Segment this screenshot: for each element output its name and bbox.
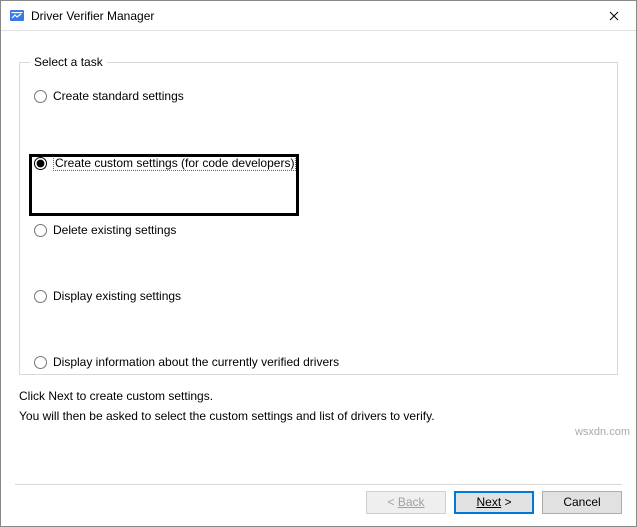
radio-display-existing[interactable] xyxy=(34,290,47,303)
task-groupbox-legend: Select a task xyxy=(30,55,107,69)
instruction-line-2: You will then be asked to select the cus… xyxy=(19,409,618,423)
instructions: Click Next to create custom settings. Yo… xyxy=(19,389,618,423)
option-create-custom[interactable]: Create custom settings (for code develop… xyxy=(30,153,607,173)
task-groupbox: Select a task Create standard settings C… xyxy=(19,55,618,375)
option-display-info[interactable]: Display information about the currently … xyxy=(30,353,607,371)
radio-display-info[interactable] xyxy=(34,356,47,369)
label-display-existing[interactable]: Display existing settings xyxy=(53,289,181,303)
window-title: Driver Verifier Manager xyxy=(31,9,591,23)
label-create-standard[interactable]: Create standard settings xyxy=(53,89,184,103)
watermark: wsxdn.com xyxy=(575,426,630,438)
app-icon xyxy=(9,8,25,24)
label-delete-existing[interactable]: Delete existing settings xyxy=(53,223,176,237)
back-button-label: Back xyxy=(398,495,425,509)
radio-delete-existing[interactable] xyxy=(34,224,47,237)
titlebar: Driver Verifier Manager xyxy=(1,1,636,31)
close-icon xyxy=(609,11,619,21)
radio-create-custom[interactable] xyxy=(34,157,47,170)
option-delete-existing[interactable]: Delete existing settings xyxy=(30,221,607,239)
label-display-info[interactable]: Display information about the currently … xyxy=(53,355,339,369)
option-create-standard[interactable]: Create standard settings xyxy=(30,87,607,105)
window-frame: Driver Verifier Manager Select a task Cr… xyxy=(0,0,637,527)
back-button: < Back xyxy=(366,491,446,514)
radio-create-standard[interactable] xyxy=(34,90,47,103)
close-button[interactable] xyxy=(591,1,636,31)
next-button-label: Next xyxy=(476,495,501,509)
instruction-line-1: Click Next to create custom settings. xyxy=(19,389,618,403)
option-display-existing[interactable]: Display existing settings xyxy=(30,287,607,305)
wizard-button-bar: < Back Next > Cancel xyxy=(1,478,636,526)
content-area: Select a task Create standard settings C… xyxy=(1,31,636,478)
cancel-button[interactable]: Cancel xyxy=(542,491,622,514)
next-button[interactable]: Next > xyxy=(454,491,534,514)
label-create-custom[interactable]: Create custom settings (for code develop… xyxy=(53,155,296,171)
